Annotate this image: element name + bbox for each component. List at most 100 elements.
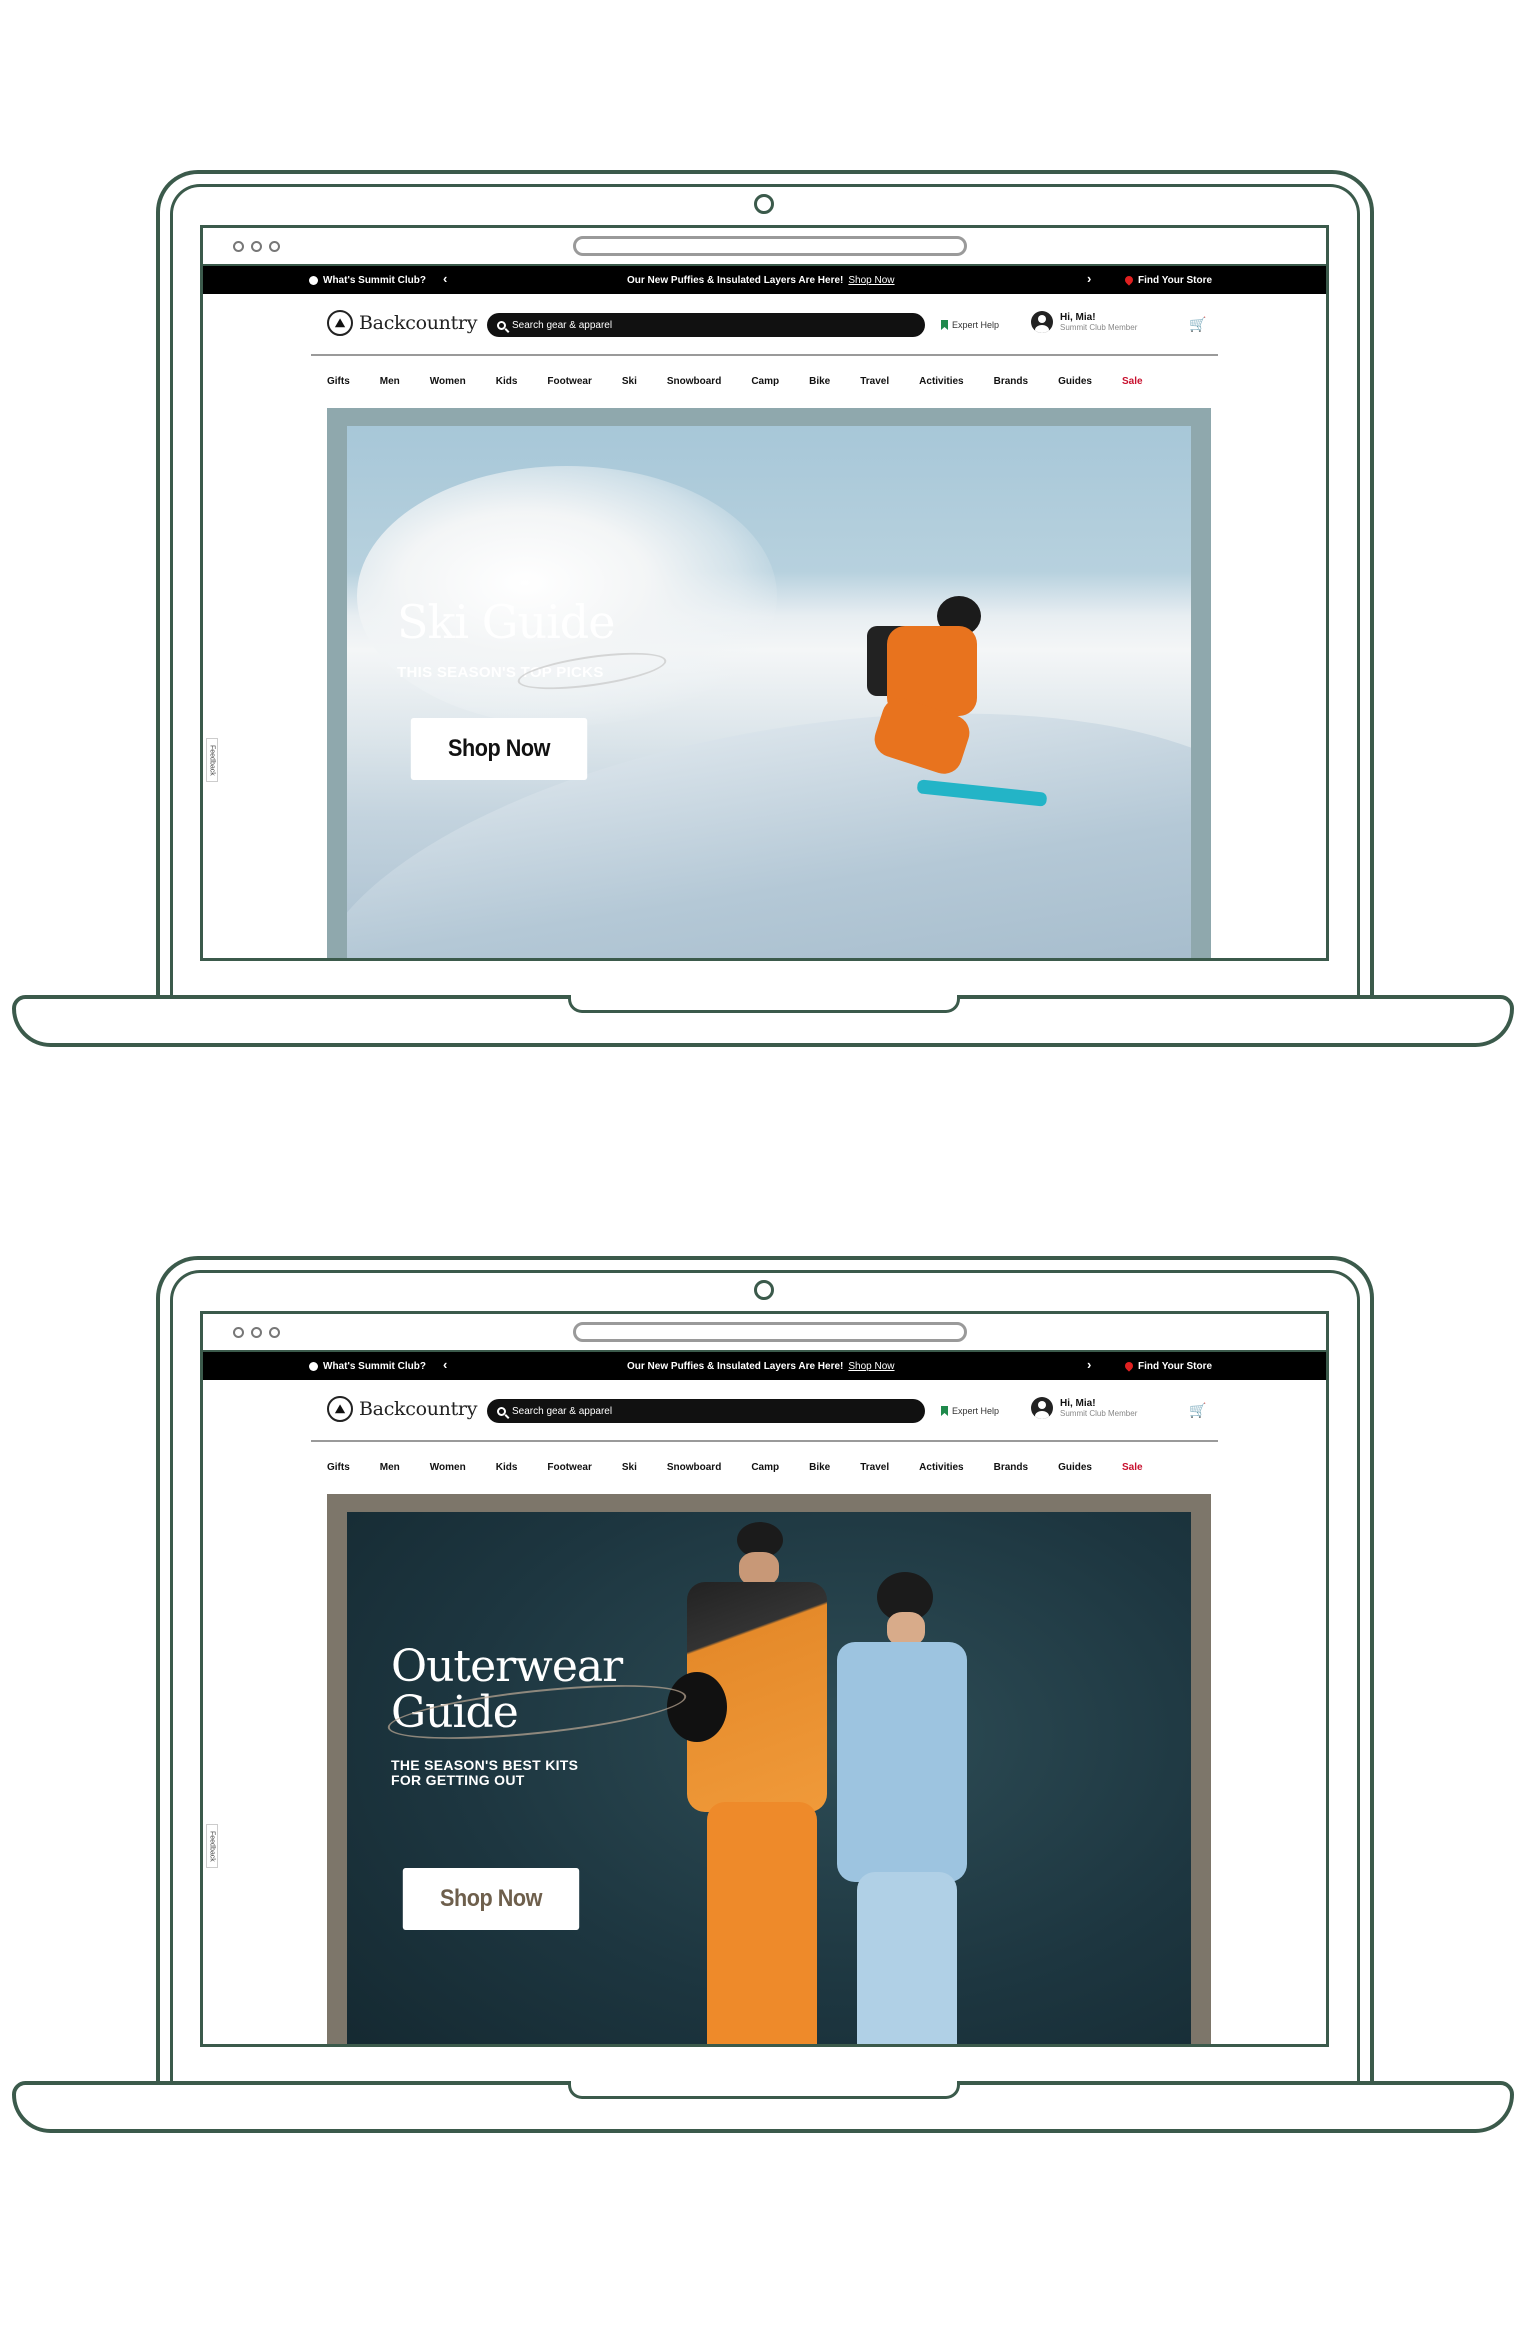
browser-window: What's Summit Club? ‹ Our New Puffies & … xyxy=(200,225,1329,961)
expert-help-link[interactable]: Expert Help xyxy=(941,320,999,330)
shop-now-button[interactable]: Shop Now xyxy=(402,1868,580,1930)
site-logo[interactable]: ⛰ Backcountry xyxy=(327,310,477,336)
face xyxy=(739,1552,779,1586)
nav-item-camp[interactable]: Camp xyxy=(751,1462,779,1473)
promo-shop-link[interactable]: Shop Now xyxy=(848,275,894,286)
bookmark-icon xyxy=(941,320,948,330)
nav-item-footwear[interactable]: Footwear xyxy=(547,1462,591,1473)
promo-message: Our New Puffies & Insulated Layers Are H… xyxy=(627,275,895,286)
expert-help-link[interactable]: Expert Help xyxy=(941,1406,999,1416)
nav-item-bike[interactable]: Bike xyxy=(809,376,830,387)
nav-item-women[interactable]: Women xyxy=(430,1462,466,1473)
nav-item-bike[interactable]: Bike xyxy=(809,1462,830,1473)
address-bar[interactable] xyxy=(573,236,967,256)
search-placeholder: Search gear & apparel xyxy=(512,319,613,331)
promo-next-icon[interactable]: › xyxy=(1087,1357,1091,1372)
camera-icon xyxy=(754,1280,774,1300)
hero-title: Ski Guide xyxy=(397,595,615,649)
hero-image xyxy=(347,426,1191,958)
address-bar[interactable] xyxy=(573,1322,967,1342)
window-controls[interactable] xyxy=(233,241,280,252)
promo-shop-link[interactable]: Shop Now xyxy=(848,1361,894,1372)
nav-item-travel[interactable]: Travel xyxy=(860,1462,889,1473)
account-menu[interactable]: Hi, Mia! Summit Club Member xyxy=(1031,311,1137,333)
main-nav: Gifts Men Women Kids Footwear Ski Snowbo… xyxy=(203,1442,1326,1492)
search-placeholder: Search gear & apparel xyxy=(512,1405,613,1417)
find-store-link[interactable]: Find Your Store xyxy=(1123,274,1213,286)
promo-text: Our New Puffies & Insulated Layers Are H… xyxy=(627,274,844,286)
window-dot-icon[interactable] xyxy=(251,1327,262,1338)
find-store-label: Find Your Store xyxy=(1138,1360,1213,1372)
logo-text: Backcountry xyxy=(359,312,478,334)
nav-item-brands[interactable]: Brands xyxy=(994,1462,1028,1473)
laptop-mockup-ski: What's Summit Club? ‹ Our New Puffies & … xyxy=(0,0,1529,1047)
nav-item-travel[interactable]: Travel xyxy=(860,376,889,387)
nav-item-brands[interactable]: Brands xyxy=(994,376,1028,387)
logo-text: Backcountry xyxy=(359,1398,478,1420)
nav-item-ski[interactable]: Ski xyxy=(622,1462,637,1473)
summit-club-link[interactable]: What's Summit Club? xyxy=(309,1361,426,1372)
logo-mark-icon: ⛰ xyxy=(327,310,353,336)
promo-prev-icon[interactable]: ‹ xyxy=(443,271,447,286)
search-icon xyxy=(497,320,506,330)
promo-next-icon[interactable]: › xyxy=(1087,271,1091,286)
summit-club-label: What's Summit Club? xyxy=(323,1360,426,1372)
pants xyxy=(707,1802,817,2044)
nav-item-women[interactable]: Women xyxy=(430,376,466,387)
window-dot-icon[interactable] xyxy=(251,241,262,252)
find-store-label: Find Your Store xyxy=(1138,274,1213,286)
search-icon xyxy=(497,1406,506,1416)
window-dot-icon[interactable] xyxy=(269,1327,280,1338)
nav-item-ski[interactable]: Ski xyxy=(622,376,637,387)
feedback-tab[interactable]: Feedback xyxy=(206,738,218,782)
nav-item-kids[interactable]: Kids xyxy=(496,376,518,387)
header-divider xyxy=(311,1440,1218,1442)
hero-title-line1: Outerwear xyxy=(391,1641,623,1692)
nav-item-activities[interactable]: Activities xyxy=(919,376,963,387)
nav-item-snowboard[interactable]: Snowboard xyxy=(667,1462,721,1473)
laptop-notch xyxy=(568,2081,960,2099)
hero-banner[interactable]: Outerwear Guide THE SEASON'S BEST KITS F… xyxy=(327,1494,1211,2044)
nav-item-guides[interactable]: Guides xyxy=(1058,376,1092,387)
membership-tier: Summit Club Member xyxy=(1060,1409,1138,1418)
nav-item-sale[interactable]: Sale xyxy=(1122,1462,1143,1473)
nav-item-footwear[interactable]: Footwear xyxy=(547,376,591,387)
browser-chrome xyxy=(203,228,1326,266)
find-store-link[interactable]: Find Your Store xyxy=(1123,1360,1213,1372)
feedback-tab[interactable]: Feedback xyxy=(206,1824,218,1868)
header-divider xyxy=(311,354,1218,356)
face xyxy=(887,1612,925,1646)
nav-item-kids[interactable]: Kids xyxy=(496,1462,518,1473)
summit-club-link[interactable]: What's Summit Club? xyxy=(309,275,426,286)
hero-banner[interactable]: Ski Guide THIS SEASON'S TOP PICKS Shop N… xyxy=(327,408,1211,958)
avatar-icon xyxy=(1031,1397,1053,1419)
greeting: Hi, Mia! xyxy=(1060,312,1096,323)
site-logo[interactable]: ⛰ Backcountry xyxy=(327,1396,477,1422)
cart-icon[interactable]: 🛒 xyxy=(1189,1402,1206,1419)
logo-mark-icon: ⛰ xyxy=(327,1396,353,1422)
shop-now-button[interactable]: Shop Now xyxy=(410,718,588,780)
nav-item-sale[interactable]: Sale xyxy=(1122,376,1143,387)
window-dot-icon[interactable] xyxy=(233,241,244,252)
window-dot-icon[interactable] xyxy=(269,241,280,252)
summit-club-label: What's Summit Club? xyxy=(323,274,426,286)
window-dot-icon[interactable] xyxy=(233,1327,244,1338)
nav-item-gifts[interactable]: Gifts xyxy=(327,1462,350,1473)
man-figure xyxy=(667,1522,837,2044)
nav-item-men[interactable]: Men xyxy=(380,376,400,387)
search-input[interactable]: Search gear & apparel xyxy=(487,313,925,337)
nav-item-men[interactable]: Men xyxy=(380,1462,400,1473)
nav-item-guides[interactable]: Guides xyxy=(1058,1462,1092,1473)
helmet-held xyxy=(667,1672,727,1742)
window-controls[interactable] xyxy=(233,1327,280,1338)
nav-item-snowboard[interactable]: Snowboard xyxy=(667,376,721,387)
nav-item-camp[interactable]: Camp xyxy=(751,376,779,387)
nav-item-gifts[interactable]: Gifts xyxy=(327,376,350,387)
search-input[interactable]: Search gear & apparel xyxy=(487,1399,925,1423)
cart-icon[interactable]: 🛒 xyxy=(1189,316,1206,333)
nav-item-activities[interactable]: Activities xyxy=(919,1462,963,1473)
promo-prev-icon[interactable]: ‹ xyxy=(443,1357,447,1372)
account-menu[interactable]: Hi, Mia! Summit Club Member xyxy=(1031,1397,1137,1419)
main-nav: Gifts Men Women Kids Footwear Ski Snowbo… xyxy=(203,356,1326,406)
avatar-icon xyxy=(1031,311,1053,333)
